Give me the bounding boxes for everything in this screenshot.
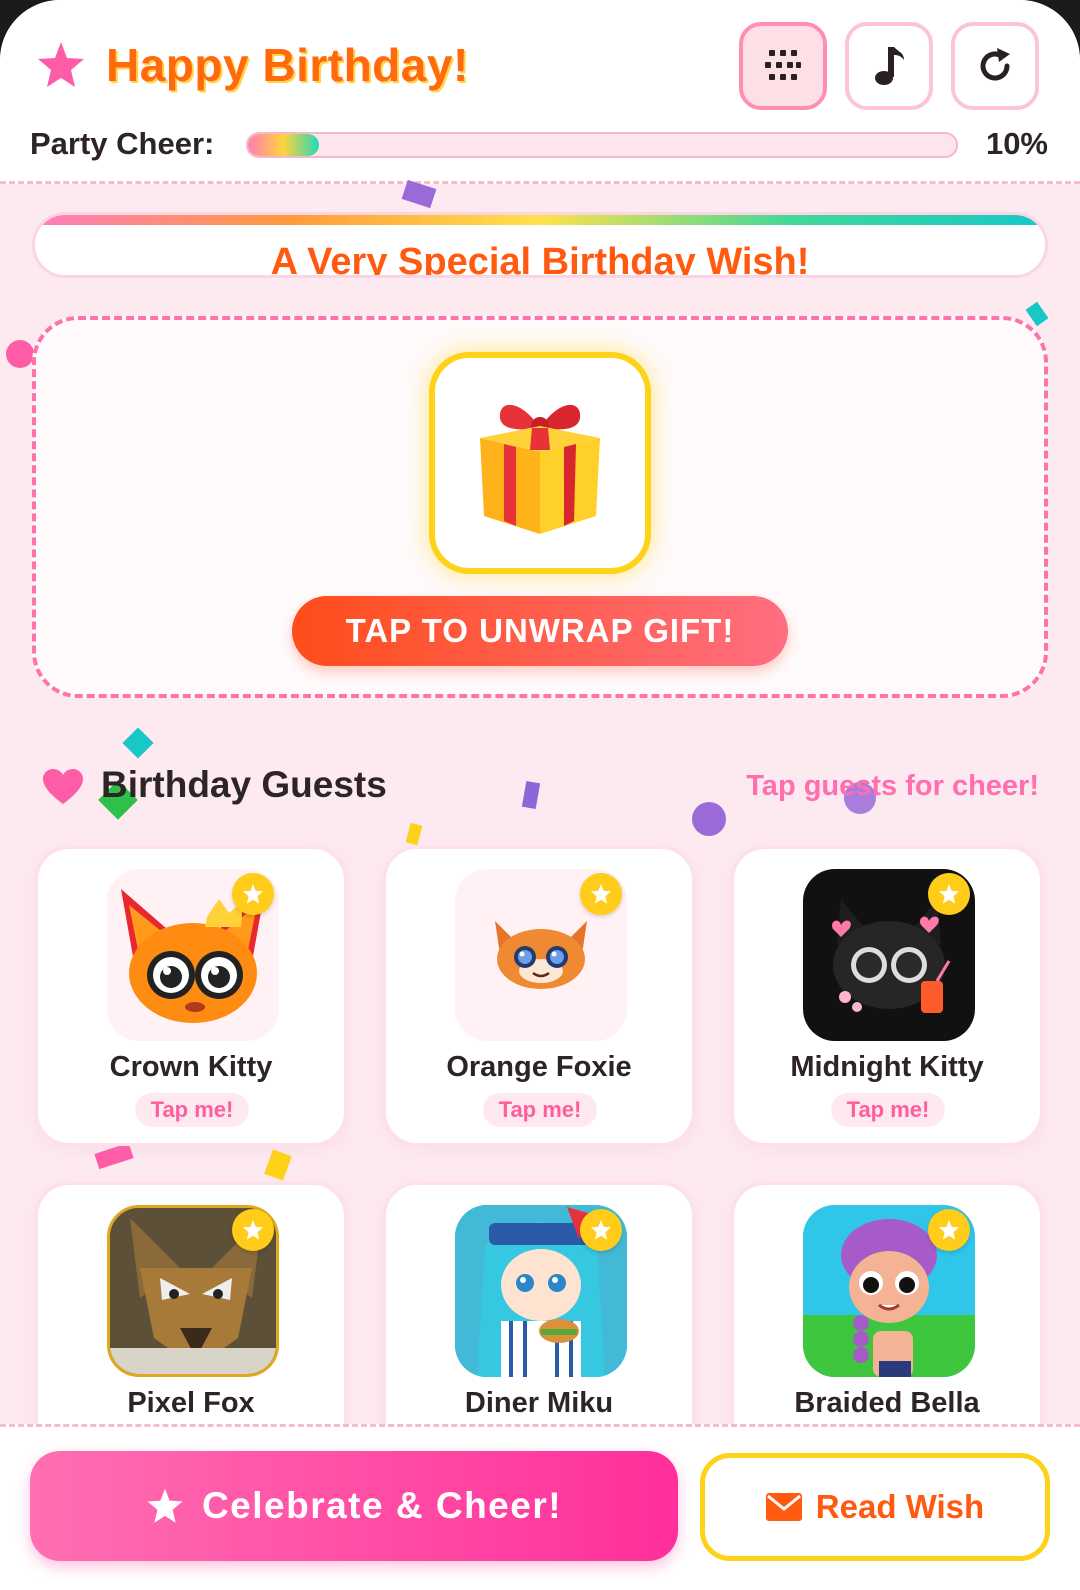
confetti-piece <box>6 340 34 368</box>
tap-me-label: Tap me! <box>483 1093 597 1127</box>
celebrate-label: Celebrate & Cheer! <box>201 1485 563 1526</box>
page-title: Happy Birthday! <box>106 39 469 91</box>
grid-button[interactable] <box>739 22 827 110</box>
guests-hint: Tap guests for cheer! <box>746 770 1039 802</box>
gift-panel: TAP TO UNWRAP GIFT! <box>32 316 1048 698</box>
read-wish-button[interactable]: Read Wish <box>700 1453 1050 1561</box>
cheer-label: Party Cheer: <box>30 126 215 161</box>
star-badge-icon <box>232 1209 274 1251</box>
banner-title: A Very Special Birthday Wish! <box>270 241 810 278</box>
cheer-progress-fill <box>248 134 319 156</box>
confetti-piece <box>94 1142 134 1170</box>
refresh-icon <box>980 48 1010 81</box>
confetti-piece <box>521 780 541 810</box>
confetti-piece <box>264 1149 292 1181</box>
guest-name: Orange Foxie <box>446 1051 632 1083</box>
confetti-piece <box>122 727 154 759</box>
star-icon <box>147 1488 183 1523</box>
cheer-progress-bar <box>246 132 958 158</box>
star-badge-icon <box>580 873 622 915</box>
guest-card-midnight-kitty[interactable]: Midnight Kitty Tap me! <box>731 846 1043 1146</box>
guest-name: Midnight Kitty <box>790 1051 984 1083</box>
guest-name: Crown Kitty <box>109 1051 273 1083</box>
cheer-percent: 10% <box>985 126 1048 161</box>
celebrate-button[interactable]: Celebrate & Cheer! <box>30 1451 678 1561</box>
envelope-icon <box>765 1493 802 1521</box>
bottom-bar: Celebrate & Cheer! Read Wish <box>0 1424 1080 1590</box>
read-wish-label: Read Wish <box>815 1488 985 1525</box>
guest-name: Pixel Fox <box>127 1387 255 1419</box>
star-badge-icon <box>232 873 274 915</box>
rainbow-bar <box>35 215 1045 225</box>
gift-box[interactable] <box>429 352 651 574</box>
guests-title: Birthday Guests <box>101 764 387 805</box>
gift-icon <box>480 404 600 534</box>
guest-card-orange-foxie[interactable]: Orange Foxie Tap me! <box>383 846 695 1146</box>
dots-grid-icon <box>765 50 801 80</box>
restart-button[interactable] <box>951 22 1039 110</box>
star-badge-icon <box>928 1209 970 1251</box>
guest-card-crown-kitty[interactable]: Crown Kitty Tap me! <box>35 846 347 1146</box>
heart-icon <box>43 769 83 804</box>
confetti-piece <box>692 802 726 836</box>
guest-name: Braided Bella <box>794 1387 980 1419</box>
confetti-piece <box>405 822 423 846</box>
music-button[interactable] <box>845 22 933 110</box>
guest-name: Diner Miku <box>464 1387 614 1419</box>
star-badge-icon <box>580 1209 622 1251</box>
music-note-icon <box>875 47 904 85</box>
star-icon <box>38 42 84 87</box>
confetti-piece <box>401 179 437 209</box>
confetti-piece <box>1025 301 1049 327</box>
birthday-app: Happy Birthday! Party Cheer: 10% A Very … <box>0 0 1080 1590</box>
wish-banner: A Very Special Birthday Wish! <box>32 212 1048 278</box>
tap-me-label: Tap me! <box>135 1093 249 1127</box>
header: Happy Birthday! Party Cheer: 10% <box>0 0 1080 184</box>
unwrap-gift-button[interactable]: TAP TO UNWRAP GIFT! <box>292 596 788 666</box>
tap-me-label: Tap me! <box>831 1093 945 1127</box>
star-badge-icon <box>928 873 970 915</box>
